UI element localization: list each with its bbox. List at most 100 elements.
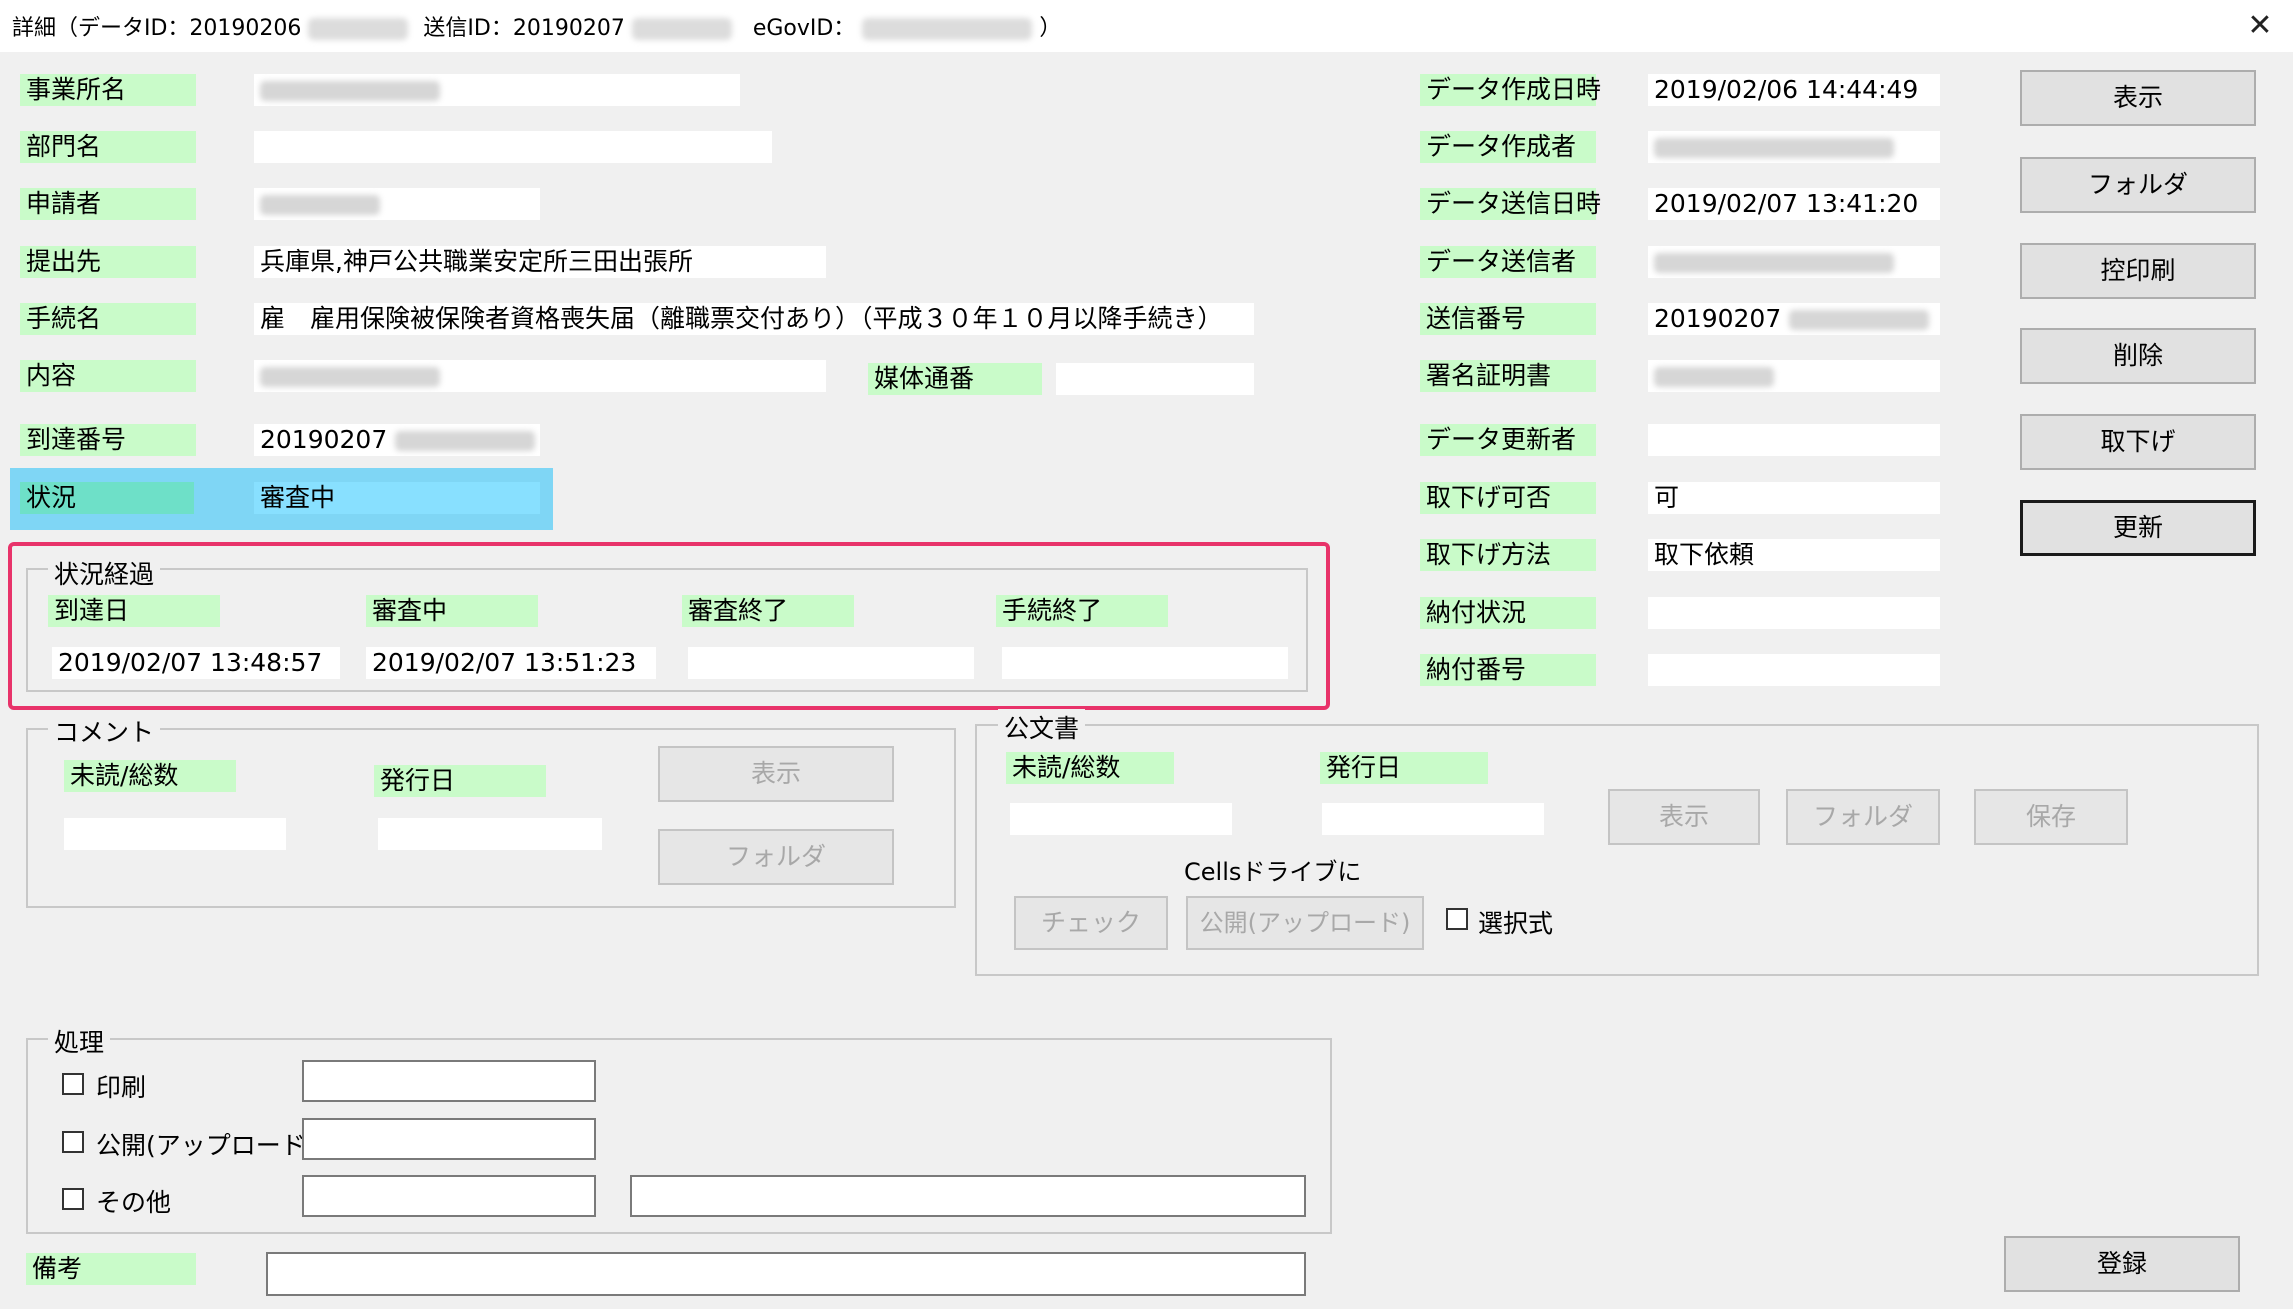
remarks-label: 備考 [26, 1253, 196, 1285]
official-unread-label: 未読/総数 [1006, 752, 1174, 784]
redacted-creator [1654, 138, 1894, 158]
print-label: 印刷 [96, 1073, 147, 1102]
redacted-applicant [260, 195, 380, 215]
other-label: その他 [96, 1188, 172, 1217]
register-button[interactable]: 登録 [2004, 1236, 2240, 1292]
creator-label: データ作成者 [1420, 131, 1596, 163]
comment-legend: コメント [48, 713, 161, 749]
office-label: 事業所名 [20, 74, 196, 106]
progress-review-done-label: 審査終了 [682, 595, 854, 627]
upload-checkbox[interactable] [62, 1131, 84, 1153]
redacted-send-id [631, 18, 732, 40]
processing-legend: 処理 [48, 1023, 111, 1059]
official-doc-legend: 公文書 [998, 709, 1086, 745]
upload-input[interactable] [302, 1118, 596, 1160]
comment-folder-button[interactable]: フォルダ [658, 829, 894, 885]
comment-show-button[interactable]: 表示 [658, 746, 894, 802]
progress-reviewing-value: 2019/02/07 13:51:23 [366, 647, 656, 679]
progress-legend: 状況経過 [48, 555, 161, 591]
dept-label: 部門名 [20, 131, 196, 163]
other-checkbox[interactable] [62, 1188, 84, 1210]
comment-issued-value [378, 818, 602, 850]
show-button[interactable]: 表示 [2020, 70, 2256, 126]
select-checkbox[interactable] [1446, 908, 1468, 930]
withdraw-ok-label: 取下げ可否 [1420, 482, 1596, 514]
procedure-value: 雇 雇用保険被保険者資格喪失届（離職票交付あり）（平成３０年１０月以降手続き） [254, 303, 1254, 335]
created-at-label: データ作成日時 [1420, 74, 1601, 106]
print-copy-button[interactable]: 控印刷 [2020, 243, 2256, 299]
folder-button[interactable]: フォルダ [2020, 157, 2256, 213]
close-icon[interactable]: ✕ [2238, 4, 2282, 48]
comment-unread-value [64, 818, 286, 850]
payment-no-label: 納付番号 [1420, 654, 1596, 686]
withdraw-method-label: 取下げ方法 [1420, 539, 1596, 571]
progress-arrival-value: 2019/02/07 13:48:57 [52, 647, 340, 679]
office-value [254, 74, 740, 106]
title-send-id: 送信ID：20190207 [423, 16, 625, 41]
created-at-value: 2019/02/06 14:44:49 [1648, 74, 1940, 106]
update-button[interactable]: 更新 [2020, 500, 2256, 556]
media-value [1056, 363, 1254, 395]
submit-to-label: 提出先 [20, 246, 196, 278]
print-input[interactable] [302, 1060, 596, 1102]
progress-proc-done-value [1002, 647, 1288, 679]
redacted-office [260, 81, 440, 101]
redacted-content [260, 367, 440, 387]
media-label: 媒体通番 [868, 363, 1042, 395]
official-issued-value [1322, 803, 1544, 835]
dept-value [254, 131, 772, 163]
payment-status-label: 納付状況 [1420, 597, 1596, 629]
arrival-no-label: 到達番号 [20, 424, 196, 456]
withdraw-button[interactable]: 取下げ [2020, 414, 2256, 470]
content-value [254, 360, 826, 392]
applicant-label: 申請者 [20, 188, 196, 220]
send-no-label: 送信番号 [1420, 303, 1596, 335]
other-input[interactable] [302, 1175, 596, 1217]
check-button[interactable]: チェック [1014, 896, 1168, 950]
official-folder-button[interactable]: フォルダ [1786, 789, 1940, 845]
send-no-text: 20190207 [1654, 304, 1782, 333]
updater-label: データ更新者 [1420, 424, 1596, 456]
title-egov-id: eGovID： [752, 16, 856, 41]
progress-proc-done-label: 手続終了 [996, 595, 1168, 627]
official-unread-value [1010, 803, 1232, 835]
arrival-no-value: 20190207 [254, 424, 540, 456]
progress-reviewing-label: 審査中 [366, 595, 538, 627]
cert-label: 署名証明書 [1420, 360, 1596, 392]
comment-issued-label: 発行日 [374, 765, 546, 797]
creator-value [1648, 131, 1940, 163]
official-show-button[interactable]: 表示 [1608, 789, 1760, 845]
select-label: 選択式 [1478, 909, 1554, 938]
title-prefix: 詳細（データID：20190206 [12, 16, 302, 41]
cells-drive-text: Cellsドライブに [1184, 858, 1362, 886]
content-label: 内容 [20, 360, 196, 392]
payment-status-value [1648, 597, 1940, 629]
print-checkbox[interactable] [62, 1073, 84, 1095]
redacted-egov-id [862, 18, 1033, 40]
redacted-arrival-no [395, 431, 536, 451]
title-suffix: ） [1039, 16, 1062, 41]
redacted-send-no [1789, 310, 1930, 330]
updater-value [1648, 424, 1940, 456]
upload-button[interactable]: 公開(アップロード) [1186, 896, 1424, 950]
comment-unread-label: 未読/総数 [64, 760, 236, 792]
withdraw-method-value: 取下依頼 [1648, 539, 1940, 571]
procedure-label: 手続名 [20, 303, 196, 335]
other-detail-input[interactable] [630, 1175, 1306, 1217]
redacted-sender [1654, 253, 1894, 273]
applicant-value [254, 188, 540, 220]
delete-button[interactable]: 削除 [2020, 328, 2256, 384]
status-label: 状況 [20, 482, 194, 514]
official-issued-label: 発行日 [1320, 752, 1488, 784]
sent-at-label: データ送信日時 [1420, 188, 1601, 220]
official-save-button[interactable]: 保存 [1974, 789, 2128, 845]
sender-label: データ送信者 [1420, 246, 1596, 278]
arrival-no-text: 20190207 [260, 425, 388, 454]
sent-at-value: 2019/02/07 13:41:20 [1648, 188, 1940, 220]
redacted-data-id [308, 18, 409, 40]
progress-arrival-label: 到達日 [48, 595, 220, 627]
remarks-input[interactable] [266, 1252, 1306, 1296]
withdraw-ok-value: 可 [1648, 482, 1940, 514]
send-no-value: 20190207 [1648, 303, 1940, 335]
submit-to-value: 兵庫県,神戸公共職業安定所三田出張所 [254, 246, 826, 278]
